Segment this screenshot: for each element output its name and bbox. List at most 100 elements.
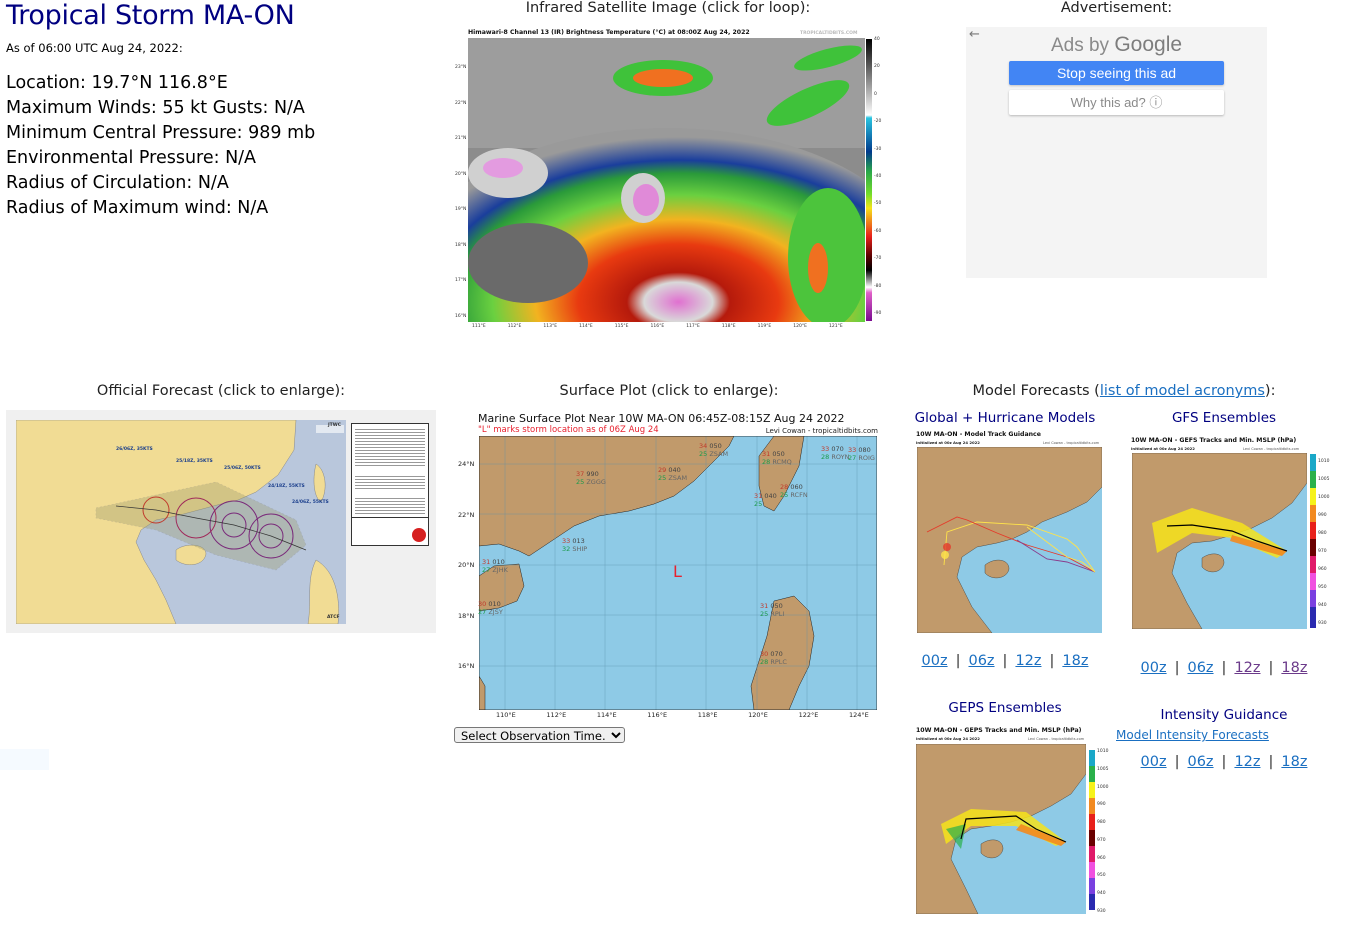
- storm-radius-circulation: Radius of Circulation: N/A: [6, 173, 229, 193]
- colorbar-tick: 1010: [1097, 749, 1109, 754]
- lon-tick: 113°E: [543, 324, 558, 329]
- lon-tick: 122°E: [798, 711, 819, 719]
- global-models-image-link[interactable]: 10W MA-ON - Model Track Guidance Initial…: [913, 430, 1105, 635]
- intensity-run-00z-link[interactable]: 00z: [1141, 754, 1167, 770]
- intensity-run-18z-link[interactable]: 18z: [1281, 754, 1307, 770]
- storm-max-winds: Maximum Winds: 55 kt Gusts: N/A: [6, 98, 305, 118]
- colorbar-tick: 1010: [1318, 459, 1330, 464]
- forecast-label-24-06z: 24/06Z, 55KTS: [292, 500, 329, 505]
- lat-tick: 18°N: [455, 242, 467, 248]
- lon-tick: 118°E: [697, 711, 718, 719]
- station-id: SHIP: [570, 545, 588, 553]
- lon-tick: 121°E: [829, 324, 843, 329]
- gfs-run-06z-link[interactable]: 06z: [1187, 660, 1213, 676]
- gfs-ensembles-image-link[interactable]: 10W MA-ON - GEFS Tracks and Min. MSLP (h…: [1128, 437, 1333, 632]
- station-pressure: 060: [788, 483, 803, 491]
- lon-tick: 112°E: [507, 324, 522, 329]
- global-run-12z-link[interactable]: 12z: [1015, 653, 1041, 669]
- storm-env-pressure: Environmental Pressure: N/A: [6, 148, 257, 168]
- forecast-label-26-06z: 26/06Z, 35KTS: [116, 447, 153, 452]
- as-of-timestamp: As of 06:00 UTC Aug 24, 2022:: [6, 41, 183, 55]
- intensity-run-12z-link[interactable]: 12z: [1234, 754, 1260, 770]
- station-id: ROYN: [829, 453, 850, 461]
- colorbar-tick: -30: [874, 146, 882, 152]
- lon-tick: 114°E: [596, 711, 617, 719]
- geps-ensembles-title: GEPS Ensembles: [948, 700, 1062, 716]
- surface-plot-image-link[interactable]: Marine Surface Plot Near 10W MA-ON 06:45…: [454, 410, 884, 722]
- colorbar-tick: 1000: [1097, 784, 1109, 790]
- station-observation: 30 010 27 ZJSY: [478, 600, 503, 616]
- colorbar-tick: -90: [874, 311, 882, 316]
- station-observation: 37 990 25 ZGGG: [576, 470, 606, 486]
- station-observation: 34 050 25 ZSAM: [699, 442, 728, 458]
- station-pressure: 040: [666, 466, 681, 474]
- gfs-image-subtitle: Initialized at 00z Aug 24 2022: [1131, 446, 1195, 451]
- ads-by-text: Ads by: [1050, 35, 1110, 56]
- global-image-credit: Levi Cowan - tropicaltidbits.com: [1043, 441, 1100, 445]
- colorbar-tick: -20: [874, 119, 882, 125]
- lat-tick: 18°N: [458, 611, 475, 620]
- ad-container: ← Ads by Google Stop seeing this ad Why …: [966, 27, 1267, 278]
- station-id: RCFN: [788, 491, 808, 499]
- colorbar-tick: -50: [874, 201, 882, 207]
- colorbar-tick: -80: [874, 283, 882, 289]
- intensity-run-06z-link[interactable]: 06z: [1187, 754, 1213, 770]
- station-pressure: 050: [768, 602, 783, 610]
- colorbar-tick: 930: [1097, 909, 1106, 914]
- gfs-track-map: [1132, 453, 1307, 629]
- station-pressure: 013: [570, 537, 585, 545]
- ad-section-title: Advertisement:: [1060, 0, 1173, 16]
- lon-tick: 116°E: [647, 711, 668, 719]
- geps-image-subtitle: Initialized at 00z Aug 24 2022: [916, 736, 980, 741]
- station-id: RCMQ: [770, 458, 792, 466]
- intensity-runs: 00z | 06z | 12z | 18z: [1140, 754, 1308, 770]
- model-intensity-forecasts-link[interactable]: Model Intensity Forecasts: [1116, 728, 1269, 742]
- colorbar-tick: 1000: [1318, 495, 1330, 500]
- station-pressure: 050: [770, 450, 785, 458]
- gfs-run-12z-link[interactable]: 12z: [1234, 660, 1260, 676]
- gfs-run-18z-link[interactable]: 18z: [1281, 660, 1307, 676]
- lon-tick: 118°E: [721, 324, 736, 329]
- forecast-label-25-06z: 25/06Z, 50KTS: [224, 466, 261, 471]
- station-observation: 28 060 25 RCFN: [780, 483, 808, 499]
- lon-tick: 119°E: [757, 324, 772, 329]
- gfs-run-00z-link[interactable]: 00z: [1141, 660, 1167, 676]
- official-forecast-image-link[interactable]: 26/06Z, 35KTS 25/18Z, 35KTS 25/06Z, 50KT…: [6, 410, 436, 633]
- satellite-image-link[interactable]: Himawari-8 Channel 13 (IR) Brightness Te…: [455, 27, 885, 332]
- lat-tick: 17°N: [455, 278, 467, 284]
- faint-placeholder-box: [0, 749, 49, 770]
- stop-seeing-ad-button[interactable]: Stop seeing this ad: [1009, 61, 1224, 85]
- geps-ensembles-image-link[interactable]: 10W MA-ON - GEPS Tracks and Min. MSLP (h…: [913, 727, 1113, 922]
- global-run-00z-link[interactable]: 00z: [922, 653, 948, 669]
- global-run-18z-link[interactable]: 18z: [1062, 653, 1088, 669]
- model-acronyms-link[interactable]: list of model acronyms: [1100, 383, 1265, 399]
- colorbar-tick: 950: [1097, 873, 1106, 879]
- lon-tick: 110°E: [496, 711, 516, 719]
- colorbar-tick: -70: [874, 256, 882, 262]
- colorbar-tick: 40: [874, 37, 880, 42]
- colorbar-tick: 970: [1097, 837, 1106, 843]
- geps-colorbar: [1089, 750, 1095, 910]
- geps-image-credit: Levi Cowan - tropicaltidbits.com: [1028, 737, 1085, 741]
- model-forecasts-title-prefix: Model Forecasts (: [972, 383, 1100, 399]
- lat-tick: 16°N: [458, 662, 475, 670]
- why-this-ad-button[interactable]: Why this ad? ⓘ: [1009, 90, 1224, 115]
- lon-tick: 120°E: [793, 324, 807, 329]
- colorbar-tick: 1005: [1318, 477, 1330, 482]
- station-id: RPLC: [768, 658, 787, 666]
- storm-location: Location: 19.7°N 116.8°E: [6, 73, 228, 93]
- lon-tick: 111°E: [472, 324, 486, 329]
- station-dewpoint: 25: [754, 500, 763, 508]
- global-image-subtitle: Initialized at 00z Aug 24 2022: [916, 440, 980, 445]
- geps-image-title: 10W MA-ON - GEPS Tracks and Min. MSLP (h…: [916, 727, 1082, 734]
- global-run-06z-link[interactable]: 06z: [968, 653, 994, 669]
- gfs-image-title: 10W MA-ON - GEFS Tracks and Min. MSLP (h…: [1131, 437, 1297, 444]
- lat-tick: 23°N: [455, 65, 467, 70]
- observation-time-select[interactable]: Select Observation Time...: [454, 727, 625, 743]
- forecast-legend: [351, 423, 429, 546]
- colorbar-tick: 990: [1097, 802, 1106, 808]
- station-observation: 31 040 25: [754, 492, 777, 508]
- satellite-section-title: Infrared Satellite Image (click for loop…: [525, 0, 811, 16]
- colorbar-tick: 950: [1318, 585, 1327, 590]
- satellite-colorbar: [866, 39, 872, 321]
